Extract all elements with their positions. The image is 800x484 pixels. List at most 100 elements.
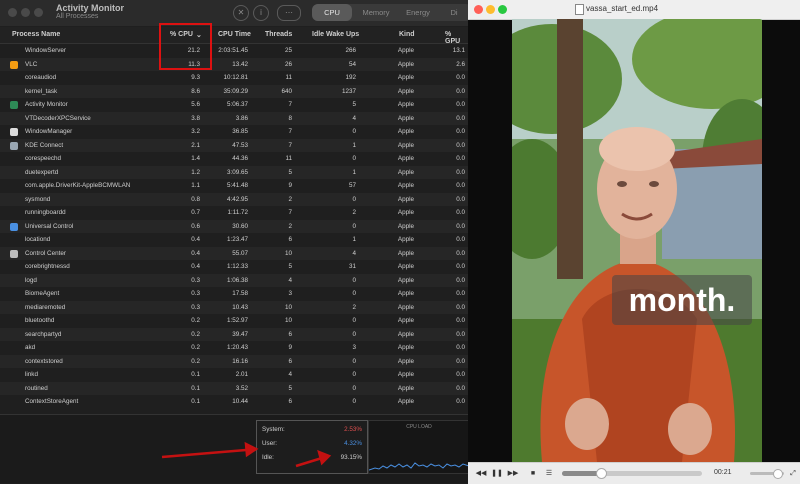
table-row[interactable]: ContextStoreAgent 0.1 10.44 6 0 Apple 0.0 <box>0 395 468 409</box>
kind: Apple <box>397 47 414 54</box>
close-button[interactable] <box>474 5 483 14</box>
process-name: Universal Control <box>25 222 74 230</box>
table-row[interactable]: Universal Control 0.6 30.60 2 0 Apple 0.0 <box>0 219 468 233</box>
table-row[interactable]: linkd 0.1 2.01 4 0 Apple 0.0 <box>0 368 468 382</box>
vlc-titlebar: vassa_start_ed.mp4 <box>468 0 800 20</box>
volume-slider[interactable] <box>750 469 784 479</box>
table-row[interactable]: coreaudiod 9.3 10:12.81 11 192 Apple 0.0 <box>0 71 468 85</box>
table-row[interactable]: bluetoothd 0.2 1:52.97 10 0 Apple 0.0 <box>0 314 468 328</box>
fullscreen-icon[interactable]: ⤢ <box>786 467 800 480</box>
table-row[interactable]: routined 0.1 3.52 5 0 Apple 0.0 <box>0 381 468 395</box>
pause-icon[interactable]: ❚❚ <box>490 467 504 480</box>
cpu-percent: 0.2 <box>191 330 200 338</box>
kind: Apple <box>397 371 414 378</box>
cpu-time: 44.36 <box>232 155 248 162</box>
cpu-percent: 0.2 <box>191 317 200 324</box>
gpu-percent: 0.0 <box>456 276 465 284</box>
tab-memory[interactable]: Memory <box>354 4 398 21</box>
table-row[interactable]: Activity Monitor 5.6 5:06.37 7 5 Apple 0.0 <box>0 98 468 112</box>
table-row[interactable]: KDE Connect 2.1 47.53 7 1 Apple 0.0 <box>0 138 468 152</box>
process-name: KDE Connect <box>25 141 64 149</box>
kind: Apple <box>397 168 414 176</box>
threads: 7 <box>288 141 292 149</box>
video-frame[interactable]: month. <box>512 19 762 462</box>
idle-wake-ups: 0 <box>352 357 356 365</box>
zoom-button[interactable] <box>498 5 507 14</box>
threads: 6 <box>288 357 292 365</box>
col-threads[interactable]: Threads <box>265 31 292 38</box>
info-icon[interactable]: i <box>253 5 269 21</box>
table-row[interactable]: duetexpertd 1.2 3:09.65 5 1 Apple 0.0 <box>0 165 468 179</box>
kind: Apple <box>397 60 414 68</box>
table-row[interactable]: kernel_task 8.6 35:09.29 640 1237 Apple 0.0 <box>0 84 468 98</box>
seek-bar-knob[interactable] <box>595 468 607 479</box>
rewind-icon[interactable]: ◀◀ <box>474 467 488 480</box>
kind: Apple <box>397 249 414 257</box>
volume-knob[interactable] <box>773 469 784 479</box>
process-name: runningboardd <box>25 209 66 216</box>
col-kind[interactable]: Kind <box>399 31 415 38</box>
stop-process-icon[interactable]: ✕ <box>233 5 249 21</box>
col-process-name[interactable]: Process Name <box>12 31 60 38</box>
threads: 10 <box>284 303 292 311</box>
table-row[interactable]: BiomeAgent 0.3 17.58 3 0 Apple 0.0 <box>0 287 468 301</box>
vlc-icon <box>10 60 18 69</box>
table-row[interactable]: sysmond 0.8 4:42.95 2 0 Apple 0.0 <box>0 192 468 206</box>
kind: Apple <box>397 263 414 270</box>
cpu-stats-box: System: 2.53% User: 4.32% Idle: 93.15% <box>256 420 368 474</box>
process-name: corespeechd <box>25 155 62 162</box>
minimize-button[interactable] <box>21 8 30 17</box>
process-name: WindowServer <box>25 47 66 54</box>
table-row[interactable]: com.apple.DriverKit-AppleBCMWLAN 1.1 5:41.… <box>0 179 468 193</box>
table-row[interactable]: Control Center 0.4 55.07 10 4 Apple 0.0 <box>0 246 468 260</box>
threads: 9 <box>288 344 292 351</box>
table-row[interactable]: runningboardd 0.7 1:11.72 7 2 Apple 0.0 <box>0 206 468 220</box>
close-button[interactable] <box>8 8 17 17</box>
universal-control-icon <box>10 222 18 231</box>
tab-cpu[interactable]: CPU <box>312 4 352 21</box>
table-row[interactable]: corespeechd 1.4 44.36 11 0 Apple 0.0 <box>0 152 468 166</box>
idle-wake-ups: 0 <box>352 195 356 203</box>
threads: 640 <box>281 87 292 95</box>
col-cpu-time[interactable]: CPU Time <box>218 31 251 38</box>
table-row[interactable]: VLC 11.3 13.42 26 54 Apple 2.6 <box>0 57 468 71</box>
playlist-icon[interactable]: ☰ <box>542 467 556 480</box>
process-table: WindowServer 21.2 2:03:51.45 25 266 Apple 13.1… <box>0 44 468 409</box>
fast-forward-icon[interactable]: ▶▶ <box>506 467 520 480</box>
seek-bar-fill <box>562 471 600 476</box>
threads: 4 <box>288 276 292 284</box>
table-row[interactable]: WindowServer 21.2 2:03:51.45 25 266 Apple 13.1 <box>0 44 468 58</box>
tab-disk[interactable]: Di <box>442 4 466 21</box>
stop-icon[interactable]: ■ <box>526 467 540 480</box>
process-name: Activity Monitor <box>25 101 68 108</box>
table-row[interactable]: mediaremoted 0.3 10.43 10 2 Apple 0.0 <box>0 300 468 314</box>
seek-bar[interactable] <box>562 468 702 479</box>
threads: 7 <box>288 128 292 135</box>
threads: 5 <box>288 168 292 176</box>
tab-energy[interactable]: Energy <box>400 4 436 21</box>
threads: 7 <box>288 101 292 108</box>
table-row[interactable]: searchpartyd 0.2 39.47 6 0 Apple 0.0 <box>0 327 468 341</box>
table-row[interactable]: contextstored 0.2 16.16 6 0 Apple 0.0 <box>0 354 468 368</box>
cpu-time: 5:06.37 <box>226 101 248 108</box>
kind: Apple <box>397 128 414 135</box>
table-row[interactable]: logd 0.3 1:06.38 4 0 Apple 0.0 <box>0 273 468 287</box>
table-row[interactable]: WindowManager 3.2 36.85 7 0 Apple 0.0 <box>0 125 468 139</box>
cpu-percent: 0.4 <box>191 249 200 257</box>
idle-wake-ups: 31 <box>348 263 356 270</box>
more-options-icon[interactable]: ⋯ <box>277 5 301 21</box>
col-gpu[interactable]: % GPU <box>445 31 468 45</box>
cpu-percent: 0.7 <box>191 209 200 216</box>
cpu-time: 35:09.29 <box>223 87 248 95</box>
table-row[interactable]: corebrightnessd 0.4 1:12.33 5 31 Apple 0.0 <box>0 260 468 274</box>
zoom-button[interactable] <box>34 8 43 17</box>
col-idle-wake-ups[interactable]: Idle Wake Ups <box>312 31 359 38</box>
cpu-percent: 0.3 <box>191 276 200 284</box>
table-row[interactable]: locationd 0.4 1:23.47 6 1 Apple 0.0 <box>0 233 468 247</box>
gpu-percent: 0.0 <box>456 209 465 216</box>
table-row[interactable]: akd 0.2 1:20.43 9 3 Apple 0.0 <box>0 341 468 355</box>
table-row[interactable]: VTDecoderXPCService 3.8 3.86 8 4 Apple 0.0 <box>0 111 468 125</box>
cpu-percent: 0.3 <box>191 303 200 311</box>
elapsed-time: 00:21 <box>714 469 732 476</box>
minimize-button[interactable] <box>486 5 495 14</box>
